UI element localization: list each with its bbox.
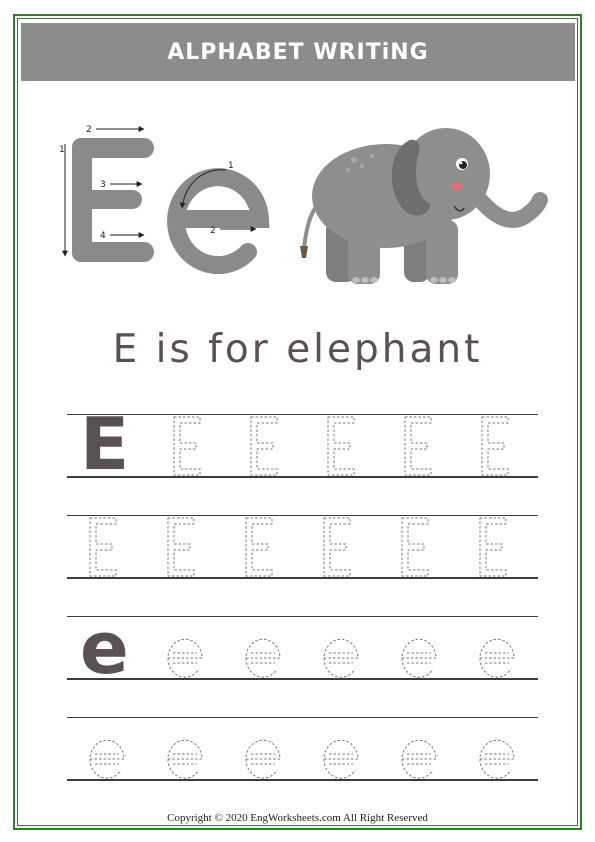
trace-letter-lowercase <box>89 739 125 779</box>
page-title: ALPHABET WRITiNG <box>167 39 429 65</box>
trace-letter-uppercase <box>250 416 278 476</box>
stroke-number: 2 <box>210 226 216 236</box>
writing-line <box>67 515 538 516</box>
trace-letter-lowercase <box>401 638 437 678</box>
trace-letter-lowercase <box>401 739 437 779</box>
trace-letter-lowercase <box>479 638 515 678</box>
stroke-number: 1 <box>59 145 65 155</box>
letter-stroke-guide: 1 2 3 4 1 2 <box>59 125 270 275</box>
trace-letter-uppercase <box>245 517 273 577</box>
elephant-illustration <box>300 128 548 284</box>
title-banner: ALPHABET WRITiNG <box>21 23 575 81</box>
writing-line <box>67 476 538 478</box>
writing-line <box>67 779 538 781</box>
trace-letter-uppercase <box>173 416 201 476</box>
stroke-number: 2 <box>86 125 92 135</box>
writing-line <box>67 717 538 718</box>
writing-line <box>67 678 538 680</box>
trace-letter-uppercase <box>404 416 432 476</box>
lowercase-e-glyph <box>167 168 270 275</box>
trace-letter-lowercase <box>245 739 281 779</box>
model-letter-uppercase: E <box>80 402 130 486</box>
trace-letter-lowercase <box>167 739 203 779</box>
trace-letter-lowercase <box>479 739 515 779</box>
trace-letter-uppercase <box>327 416 355 476</box>
writing-line <box>67 616 538 617</box>
stroke-number: 3 <box>100 180 106 190</box>
trace-letter-lowercase <box>167 638 203 678</box>
trace-letter-uppercase <box>481 416 509 476</box>
trace-letter-lowercase <box>245 638 281 678</box>
uppercase-e-glyph <box>72 138 154 262</box>
writing-line <box>67 577 538 579</box>
trace-letter-uppercase <box>401 517 429 577</box>
trace-letter-uppercase <box>479 517 507 577</box>
model-letter-lowercase: e <box>80 606 129 690</box>
trace-letter-lowercase <box>323 739 359 779</box>
trace-letter-uppercase <box>323 517 351 577</box>
writing-line <box>67 414 538 415</box>
trace-letter-lowercase <box>323 638 359 678</box>
trace-letter-uppercase <box>167 517 195 577</box>
stroke-number: 1 <box>228 161 234 171</box>
trace-letter-uppercase <box>89 517 117 577</box>
copyright-footer: Copyright © 2020 EngWorksheets.com All R… <box>167 812 428 824</box>
caption-text: E is for elephant <box>112 327 483 372</box>
stroke-number: 4 <box>100 231 106 241</box>
